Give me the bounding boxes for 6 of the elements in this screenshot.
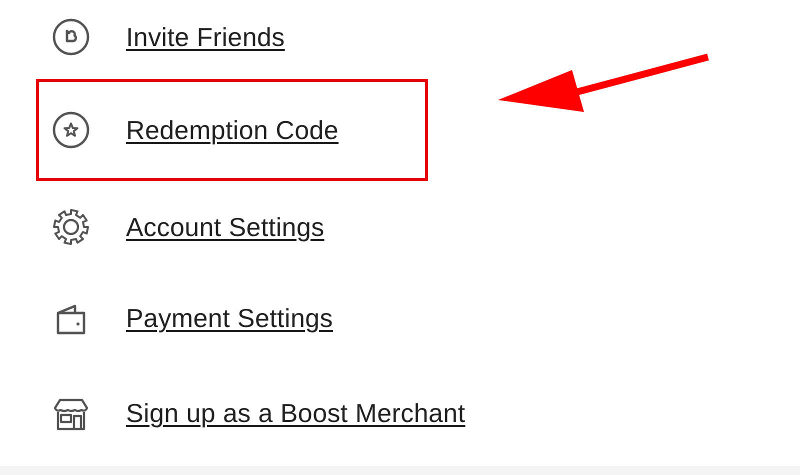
settings-icon <box>51 207 91 247</box>
menu-link[interactable]: Invite Friends <box>126 22 285 52</box>
menu-link[interactable]: Redemption Code <box>126 114 339 146</box>
menu-link[interactable]: Account Settings <box>126 212 324 242</box>
menu-link[interactable]: Sign up as a Boost Merchant <box>126 398 466 429</box>
menu-link[interactable]: Payment Settings <box>126 303 333 334</box>
